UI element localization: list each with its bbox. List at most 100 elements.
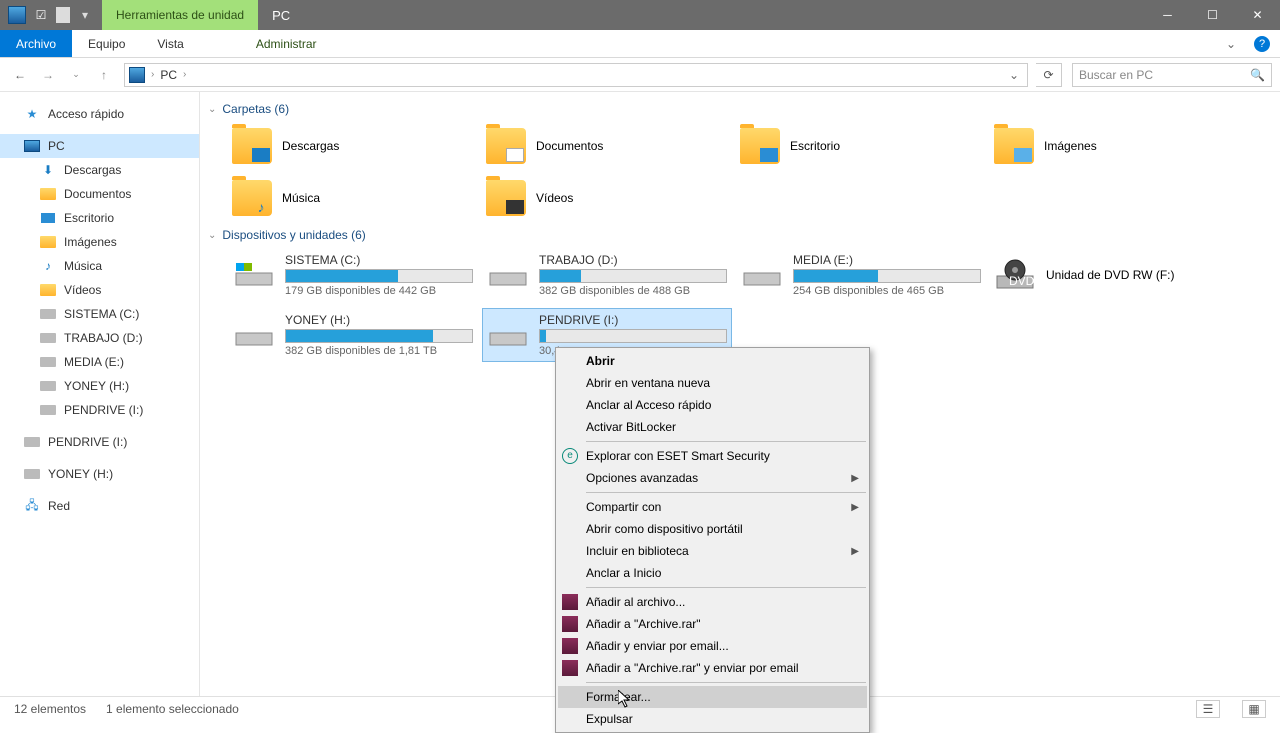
drive-dvd[interactable]: DVD Unidad de DVD RW (F:) <box>990 248 1240 302</box>
breadcrumb-location[interactable]: PC <box>160 68 177 82</box>
sidebar-drive-sistema[interactable]: SISTEMA (C:) <box>0 302 199 326</box>
nav-back-button[interactable]: ← <box>8 63 32 87</box>
minimize-button[interactable]: ─ <box>1145 0 1190 30</box>
ctx-open-portable[interactable]: Abrir como dispositivo portátil <box>558 518 867 540</box>
folder-icon <box>994 128 1034 164</box>
drive-icon <box>40 402 56 418</box>
drive-media[interactable]: MEDIA (E:)254 GB disponibles de 465 GB <box>736 248 986 302</box>
section-folders-header[interactable]: ⌄ Carpetas (6) <box>208 96 1272 122</box>
folder-images[interactable]: Imágenes <box>990 122 1240 170</box>
sidebar-documents[interactable]: Documentos <box>0 182 199 206</box>
sidebar-ext-yoney[interactable]: YONEY (H:) <box>0 462 199 486</box>
folder-icon: ♪ <box>232 180 272 216</box>
sidebar-downloads[interactable]: ⬇Descargas <box>0 158 199 182</box>
chevron-down-icon: ⌄ <box>208 230 216 241</box>
chevron-down-icon: ⌄ <box>208 104 216 115</box>
ctx-add-rar[interactable]: Añadir a "Archive.rar" <box>558 613 867 635</box>
folder-icon <box>486 180 526 216</box>
ctx-bitlocker[interactable]: Activar BitLocker <box>558 416 867 438</box>
pc-icon <box>24 138 40 154</box>
ctx-add-rar-email[interactable]: Añadir a "Archive.rar" y enviar por emai… <box>558 657 867 679</box>
drive-tools-tab[interactable]: Herramientas de unidad <box>102 0 258 30</box>
sidebar-drive-pendrive[interactable]: PENDRIVE (I:) <box>0 398 199 422</box>
ctx-open-new-window[interactable]: Abrir en ventana nueva <box>558 372 867 394</box>
ctx-eject[interactable]: Expulsar <box>558 708 867 730</box>
ctx-share-with[interactable]: Compartir con▶ <box>558 496 867 518</box>
music-icon: ♪ <box>40 258 56 274</box>
ribbon-tabs: Archivo Equipo Vista Administrar ⌄ ? <box>0 30 1280 58</box>
drive-yoney[interactable]: YONEY (H:)382 GB disponibles de 1,81 TB <box>228 308 478 362</box>
titlebar: ☑ ▾ Herramientas de unidad PC ─ ☐ ✕ <box>0 0 1280 30</box>
ctx-eset-scan[interactable]: eExplorar con ESET Smart Security <box>558 445 867 467</box>
breadcrumb-sep-icon[interactable]: › <box>151 69 154 80</box>
drive-sistema[interactable]: SISTEMA (C:)179 GB disponibles de 442 GB <box>228 248 478 302</box>
app-icon <box>8 6 26 24</box>
sidebar-desktop[interactable]: Escritorio <box>0 206 199 230</box>
document-icon <box>40 186 56 202</box>
tab-file[interactable]: Archivo <box>0 30 72 57</box>
close-button[interactable]: ✕ <box>1235 0 1280 30</box>
ctx-open[interactable]: Abrir <box>558 350 867 372</box>
ctx-pin-start[interactable]: Anclar a Inicio <box>558 562 867 584</box>
ctx-advanced-options[interactable]: Opciones avanzadas▶ <box>558 467 867 489</box>
winrar-icon <box>562 638 578 654</box>
drive-hdd-icon <box>487 253 529 295</box>
context-menu: Abrir Abrir en ventana nueva Anclar al A… <box>555 347 870 733</box>
ctx-add-archive[interactable]: Añadir al archivo... <box>558 591 867 613</box>
sidebar-pc[interactable]: PC <box>0 134 199 158</box>
sidebar-drive-media[interactable]: MEDIA (E:) <box>0 350 199 374</box>
folder-music[interactable]: ♪Música <box>228 174 478 222</box>
sidebar-ext-pendrive[interactable]: PENDRIVE (I:) <box>0 430 199 454</box>
view-details-button[interactable]: ☰ <box>1196 700 1220 718</box>
sidebar-drive-yoney[interactable]: YONEY (H:) <box>0 374 199 398</box>
maximize-button[interactable]: ☐ <box>1190 0 1235 30</box>
nav-forward-button[interactable]: → <box>36 63 60 87</box>
sidebar-images[interactable]: Imágenes <box>0 230 199 254</box>
view-icons-button[interactable]: ▦ <box>1242 700 1266 718</box>
nav-recent-dropdown[interactable]: ⌄ <box>64 63 88 87</box>
refresh-button[interactable]: ⟳ <box>1036 63 1062 87</box>
sidebar-videos[interactable]: Vídeos <box>0 278 199 302</box>
tab-view[interactable]: Vista <box>141 30 199 57</box>
ctx-add-email[interactable]: Añadir y enviar por email... <box>558 635 867 657</box>
ctx-separator <box>586 682 866 683</box>
ctx-format[interactable]: Formatear... <box>558 686 867 708</box>
tab-manage[interactable]: Administrar <box>240 30 333 57</box>
qat-properties-icon[interactable]: ☑ <box>32 6 50 24</box>
qat-dropdown-icon[interactable]: ▾ <box>76 6 94 24</box>
drive-trabajo[interactable]: TRABAJO (D:)382 GB disponibles de 488 GB <box>482 248 732 302</box>
qat-newfolder-icon[interactable] <box>56 7 70 23</box>
drive-icon <box>40 354 56 370</box>
section-drives-header[interactable]: ⌄ Dispositivos y unidades (6) <box>208 222 1272 248</box>
breadcrumb-sep-icon[interactable]: › <box>183 69 186 80</box>
address-bar[interactable]: › PC › ⌄ <box>124 63 1028 87</box>
submenu-arrow-icon: ▶ <box>851 546 859 557</box>
address-dropdown-icon[interactable]: ⌄ <box>1005 68 1023 82</box>
navigation-pane: ★Acceso rápido PC ⬇Descargas Documentos … <box>0 92 200 696</box>
ribbon-collapse-icon[interactable]: ⌄ <box>1218 30 1244 57</box>
tab-equipment[interactable]: Equipo <box>72 30 141 57</box>
folder-icon <box>486 128 526 164</box>
images-icon <box>40 234 56 250</box>
address-pc-icon <box>129 67 145 83</box>
sidebar-network[interactable]: 🖧Red <box>0 494 199 518</box>
folder-downloads[interactable]: Descargas <box>228 122 478 170</box>
drive-hdd-icon <box>233 313 275 355</box>
search-input[interactable]: Buscar en PC 🔍 <box>1072 63 1272 87</box>
folder-icon <box>740 128 780 164</box>
drive-icon <box>40 306 56 322</box>
submenu-arrow-icon: ▶ <box>851 473 859 484</box>
nav-up-button[interactable]: ↑ <box>92 63 116 87</box>
help-icon[interactable]: ? <box>1244 30 1280 57</box>
sidebar-quick-access[interactable]: ★Acceso rápido <box>0 102 199 126</box>
search-icon: 🔍 <box>1250 68 1265 82</box>
sidebar-drive-trabajo[interactable]: TRABAJO (D:) <box>0 326 199 350</box>
folder-videos[interactable]: Vídeos <box>482 174 732 222</box>
sidebar-music[interactable]: ♪Música <box>0 254 199 278</box>
drive-hdd-icon <box>487 313 529 355</box>
video-icon <box>40 282 56 298</box>
ctx-include-library[interactable]: Incluir en biblioteca▶ <box>558 540 867 562</box>
ctx-pin-quick-access[interactable]: Anclar al Acceso rápido <box>558 394 867 416</box>
folder-documents[interactable]: Documentos <box>482 122 732 170</box>
folder-desktop[interactable]: Escritorio <box>736 122 986 170</box>
